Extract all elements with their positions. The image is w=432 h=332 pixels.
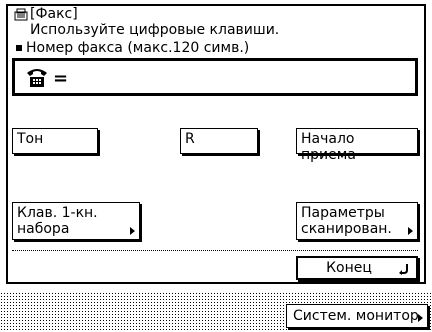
system-monitor-button[interactable]: Систем. монитор xyxy=(286,304,428,328)
scan-settings-label-line2: сканирован. xyxy=(301,221,392,237)
done-button-label: Конец xyxy=(326,260,372,276)
fax-mode-icon xyxy=(14,8,28,21)
start-receive-label: Начало приема xyxy=(301,131,356,163)
fax-prefix: = xyxy=(25,67,72,89)
arrow-right-icon xyxy=(408,227,413,235)
bullet-icon xyxy=(16,45,22,51)
one-touch-label-line1: Клав. 1-кн. xyxy=(17,205,98,221)
one-touch-button[interactable]: Клав. 1-кн. набора xyxy=(12,202,140,240)
start-receive-button[interactable]: Начало приема xyxy=(296,128,418,163)
one-touch-label-line2: набора xyxy=(17,221,70,237)
fax-prefix-symbol: = xyxy=(53,67,69,89)
enter-icon xyxy=(399,264,408,275)
arrow-right-icon xyxy=(130,227,135,235)
tone-button-label: Тон xyxy=(17,131,44,147)
phone-icon xyxy=(27,69,47,87)
done-button[interactable]: Конец xyxy=(296,256,418,280)
r-button-label: R xyxy=(185,131,195,147)
fax-number-input[interactable]: = xyxy=(12,58,418,96)
instruction-text: Используйте цифровые клавиши. xyxy=(30,22,280,38)
divider xyxy=(12,250,418,251)
system-monitor-label: Систем. монитор xyxy=(293,308,419,324)
field-label-text: Номер факса (макс.120 симв.) xyxy=(26,40,250,56)
r-button[interactable]: R xyxy=(180,128,258,154)
scan-settings-label-line1: Параметры xyxy=(301,205,385,221)
arrow-right-icon xyxy=(418,314,423,322)
tone-button[interactable]: Тон xyxy=(12,128,98,154)
field-label: Номер факса (макс.120 симв.) xyxy=(16,40,249,56)
scan-settings-button[interactable]: Параметры сканирован. xyxy=(296,202,418,240)
mode-title: [Факс] xyxy=(30,6,78,22)
